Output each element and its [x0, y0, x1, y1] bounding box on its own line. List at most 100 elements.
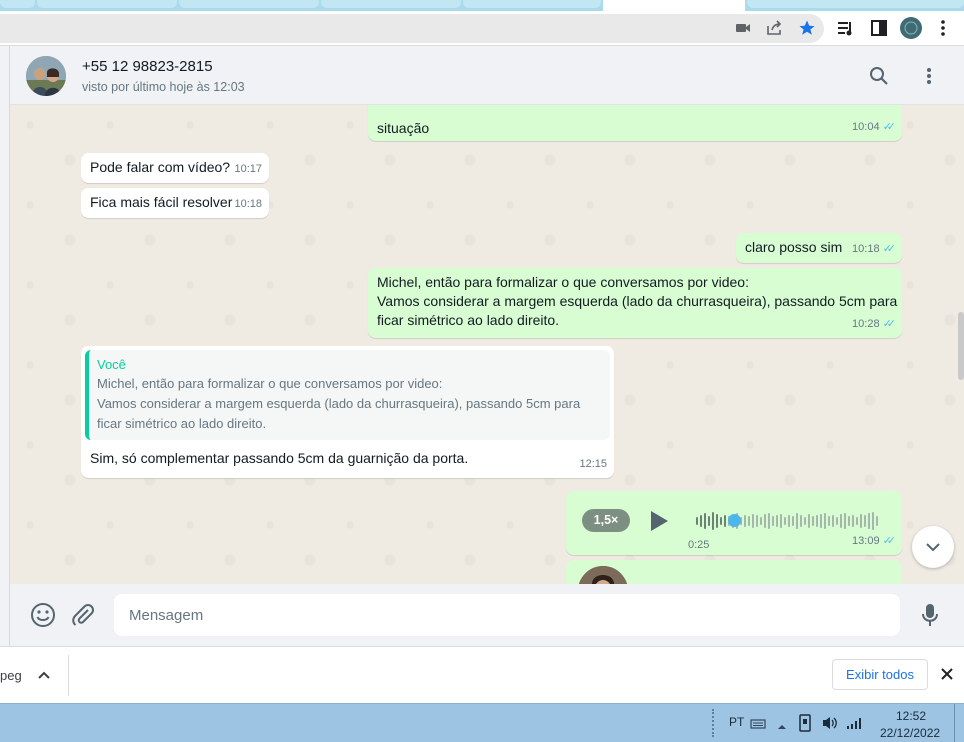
clock-date[interactable]: 22/12/2022: [880, 726, 940, 740]
waveform-bar: [696, 517, 698, 525]
waveform-bar: [840, 514, 842, 528]
voice-message[interactable]: [566, 560, 902, 584]
waveform-bar: [796, 513, 798, 529]
sidepanel-icon[interactable]: [868, 17, 890, 39]
waveform-bar: [832, 515, 834, 527]
waveform-bar: [848, 516, 850, 526]
read-receipt-icon: ✓✓: [882, 534, 897, 547]
message-outgoing[interactable]: Michel, então para formalizar o que conv…: [368, 268, 902, 338]
read-receipt-icon: ✓✓: [882, 242, 897, 255]
show-hidden-icons-icon[interactable]: [777, 718, 787, 736]
voice-message[interactable]: 1,5× 0:25 13:09 ✓✓: [566, 491, 902, 555]
waveform-bar: [820, 514, 822, 528]
waveform-bar: [856, 517, 858, 525]
waveform-bar: [712, 512, 714, 530]
time-label: 10:04: [852, 120, 880, 133]
close-icon[interactable]: [940, 667, 954, 686]
waveform-bar: [792, 516, 794, 526]
search-icon[interactable]: [866, 63, 892, 89]
chat-list-edge: [0, 46, 10, 646]
waveform-bar: [784, 517, 786, 525]
show-all-downloads-button[interactable]: Exibir todos: [832, 659, 928, 690]
playback-speed-button[interactable]: 1,5×: [582, 509, 630, 532]
tab[interactable]: [463, 0, 601, 8]
tab[interactable]: [747, 0, 964, 8]
waveform-bar: [748, 516, 750, 526]
windows-taskbar: PT 12:52 22/12/2022: [0, 703, 964, 742]
quote-line: Michel, então para formalizar o que conv…: [97, 376, 443, 391]
contact-status: visto por último hoje às 12:03: [82, 80, 245, 94]
tab[interactable]: [37, 0, 177, 8]
network-icon[interactable]: [846, 716, 864, 735]
waveform-bar: [868, 513, 870, 529]
message-time: 10:18: [234, 197, 262, 210]
waveform-bar: [864, 515, 866, 527]
waveform-bar: [776, 515, 778, 527]
play-icon[interactable]: [648, 509, 670, 539]
clock-time[interactable]: 12:52: [896, 709, 926, 723]
device-icon[interactable]: [797, 714, 813, 737]
waveform-bar: [780, 514, 782, 528]
waveform-bar: [788, 515, 790, 527]
message-list[interactable]: situação 10:04 ✓✓ Pode falar com vídeo? 1…: [10, 105, 964, 584]
active-tab[interactable]: [603, 0, 745, 11]
waveform-bar: [756, 515, 758, 527]
audio-progress-handle[interactable]: [728, 514, 741, 527]
message-incoming-reply[interactable]: Você Michel, então para formalizar o que…: [81, 346, 614, 478]
media-icon[interactable]: [835, 17, 857, 39]
message-text: Sim, só complementar passando 5cm da gua…: [90, 450, 469, 466]
message-incoming[interactable]: Fica mais fácil resolver 10:18: [81, 188, 269, 218]
volume-icon[interactable]: [821, 715, 839, 736]
tab-strip: [0, 0, 964, 11]
tab[interactable]: [0, 0, 35, 8]
audio-waveform[interactable]: [696, 511, 882, 531]
contact-name[interactable]: +55 12 98823-2815: [82, 58, 213, 75]
waveform-bar: [852, 515, 854, 527]
star-icon[interactable]: [796, 17, 818, 39]
quote-line: Vamos considerar a margem esquerda (lado…: [97, 396, 581, 411]
language-indicator[interactable]: PT: [729, 715, 744, 729]
waveform-bar: [800, 515, 802, 527]
chevron-up-icon[interactable]: [38, 667, 50, 685]
mic-icon[interactable]: [915, 600, 945, 630]
waveform-bar: [876, 516, 878, 526]
waveform-bar: [844, 513, 846, 529]
tab[interactable]: [179, 0, 319, 8]
waveform-bar: [716, 514, 718, 528]
message-time: 13:09 ✓✓: [852, 532, 897, 552]
waveform-bar: [872, 512, 874, 530]
message-outgoing[interactable]: claro posso sim 10:18 ✓✓: [736, 233, 902, 263]
waveform-bar: [760, 517, 762, 525]
waveform-bar: [828, 516, 830, 526]
tab[interactable]: [321, 0, 461, 8]
waveform-bar: [816, 515, 818, 527]
keyboard-icon[interactable]: [750, 717, 766, 735]
profile-icon[interactable]: [900, 17, 922, 39]
message-text: situação: [377, 120, 430, 136]
menu-icon[interactable]: [916, 63, 942, 89]
message-input[interactable]: [114, 594, 900, 636]
emoji-icon[interactable]: [28, 600, 58, 630]
attach-icon[interactable]: [68, 600, 98, 630]
camera-off-icon[interactable]: [732, 17, 754, 39]
scroll-to-bottom-button[interactable]: [912, 526, 954, 568]
message-outgoing[interactable]: situação 10:04 ✓✓: [368, 105, 902, 141]
waveform-bar: [700, 515, 702, 527]
taskbar-grip: [712, 709, 718, 737]
message-time: 12:15: [579, 457, 607, 470]
address-bar[interactable]: [0, 14, 824, 43]
chat-scrollbar[interactable]: [958, 312, 964, 380]
kebab-menu-icon[interactable]: [932, 17, 954, 39]
message-incoming[interactable]: Pode falar com vídeo? 10:17: [81, 153, 269, 183]
show-desktop-button[interactable]: [954, 704, 964, 742]
download-file-name[interactable]: peg: [0, 668, 22, 683]
chat-header[interactable]: +55 12 98823-2815 visto por último hoje …: [10, 46, 964, 105]
divider: [68, 655, 69, 696]
share-icon[interactable]: [764, 17, 786, 39]
read-receipt-icon: ✓✓: [882, 317, 897, 330]
avatar[interactable]: [26, 56, 66, 96]
message-line: Michel, então para formalizar o que conv…: [377, 274, 749, 290]
quoted-message[interactable]: Você Michel, então para formalizar o que…: [85, 350, 610, 440]
waveform-bar: [772, 516, 774, 526]
downloads-bar: peg Exibir todos: [0, 646, 964, 703]
